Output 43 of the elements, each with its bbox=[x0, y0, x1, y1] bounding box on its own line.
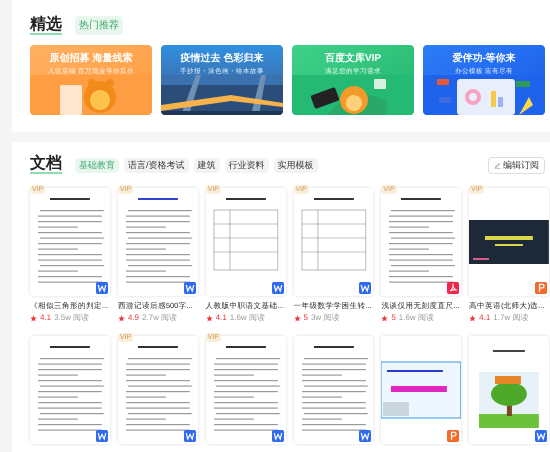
rating: 4.1 bbox=[216, 312, 227, 324]
rating: 4.9 bbox=[128, 312, 139, 324]
read-count: 1.6w 阅读 bbox=[230, 312, 265, 324]
document-thumbnail[interactable] bbox=[206, 336, 286, 444]
rating: 4.1 bbox=[479, 312, 490, 324]
document-thumbnail[interactable] bbox=[294, 188, 374, 296]
section-title: 文档 bbox=[30, 156, 62, 174]
rating: 5 bbox=[304, 312, 308, 324]
document-thumbnail[interactable] bbox=[118, 336, 198, 444]
edit-icon bbox=[494, 162, 501, 168]
section-title: 精选 bbox=[30, 16, 62, 34]
document-thumbnail[interactable] bbox=[294, 336, 374, 444]
read-count: 2.7w 阅读 bbox=[142, 312, 178, 324]
star-icon bbox=[294, 314, 300, 322]
banner-title: 爱伴功-等你来 bbox=[452, 53, 516, 66]
category-tab[interactable]: 建筑 bbox=[194, 158, 220, 172]
banner-title: 疫情过去 色彩归来 bbox=[180, 53, 264, 66]
document-thumbnail[interactable] bbox=[206, 188, 286, 296]
banner-title: 百度文库VIP bbox=[324, 53, 382, 66]
star-icon bbox=[381, 314, 388, 322]
star-icon bbox=[206, 314, 213, 322]
banner-title: 原创招募 海量线索 bbox=[50, 53, 132, 66]
hot-badge: 热门推荐 bbox=[75, 16, 123, 35]
category-tab[interactable]: 语言/资格考试 bbox=[124, 158, 189, 172]
read-count: 3.5w 阅读 bbox=[54, 312, 90, 324]
star-icon bbox=[469, 314, 476, 322]
rating: 5 bbox=[391, 312, 396, 324]
category-tab[interactable]: 行业资料 bbox=[224, 158, 269, 172]
star-icon bbox=[30, 314, 37, 322]
read-count: 1.7w 阅读 bbox=[493, 312, 528, 324]
edit-subscription-button[interactable]: 编辑订阅 bbox=[488, 156, 545, 174]
star-icon bbox=[118, 314, 125, 322]
document-thumbnail[interactable] bbox=[381, 188, 462, 296]
read-count: 1.6w 阅读 bbox=[398, 312, 434, 324]
document-thumbnail[interactable] bbox=[381, 336, 462, 444]
rating: 4.1 bbox=[40, 312, 52, 324]
document-thumbnail[interactable] bbox=[118, 188, 198, 296]
document-thumbnail[interactable] bbox=[469, 188, 549, 296]
category-tab[interactable]: 实用模板 bbox=[274, 158, 318, 172]
read-count: 3w 阅读 bbox=[310, 312, 340, 324]
document-thumbnail[interactable] bbox=[30, 336, 110, 444]
document-thumbnail[interactable] bbox=[469, 336, 549, 444]
document-thumbnail[interactable] bbox=[30, 188, 110, 296]
